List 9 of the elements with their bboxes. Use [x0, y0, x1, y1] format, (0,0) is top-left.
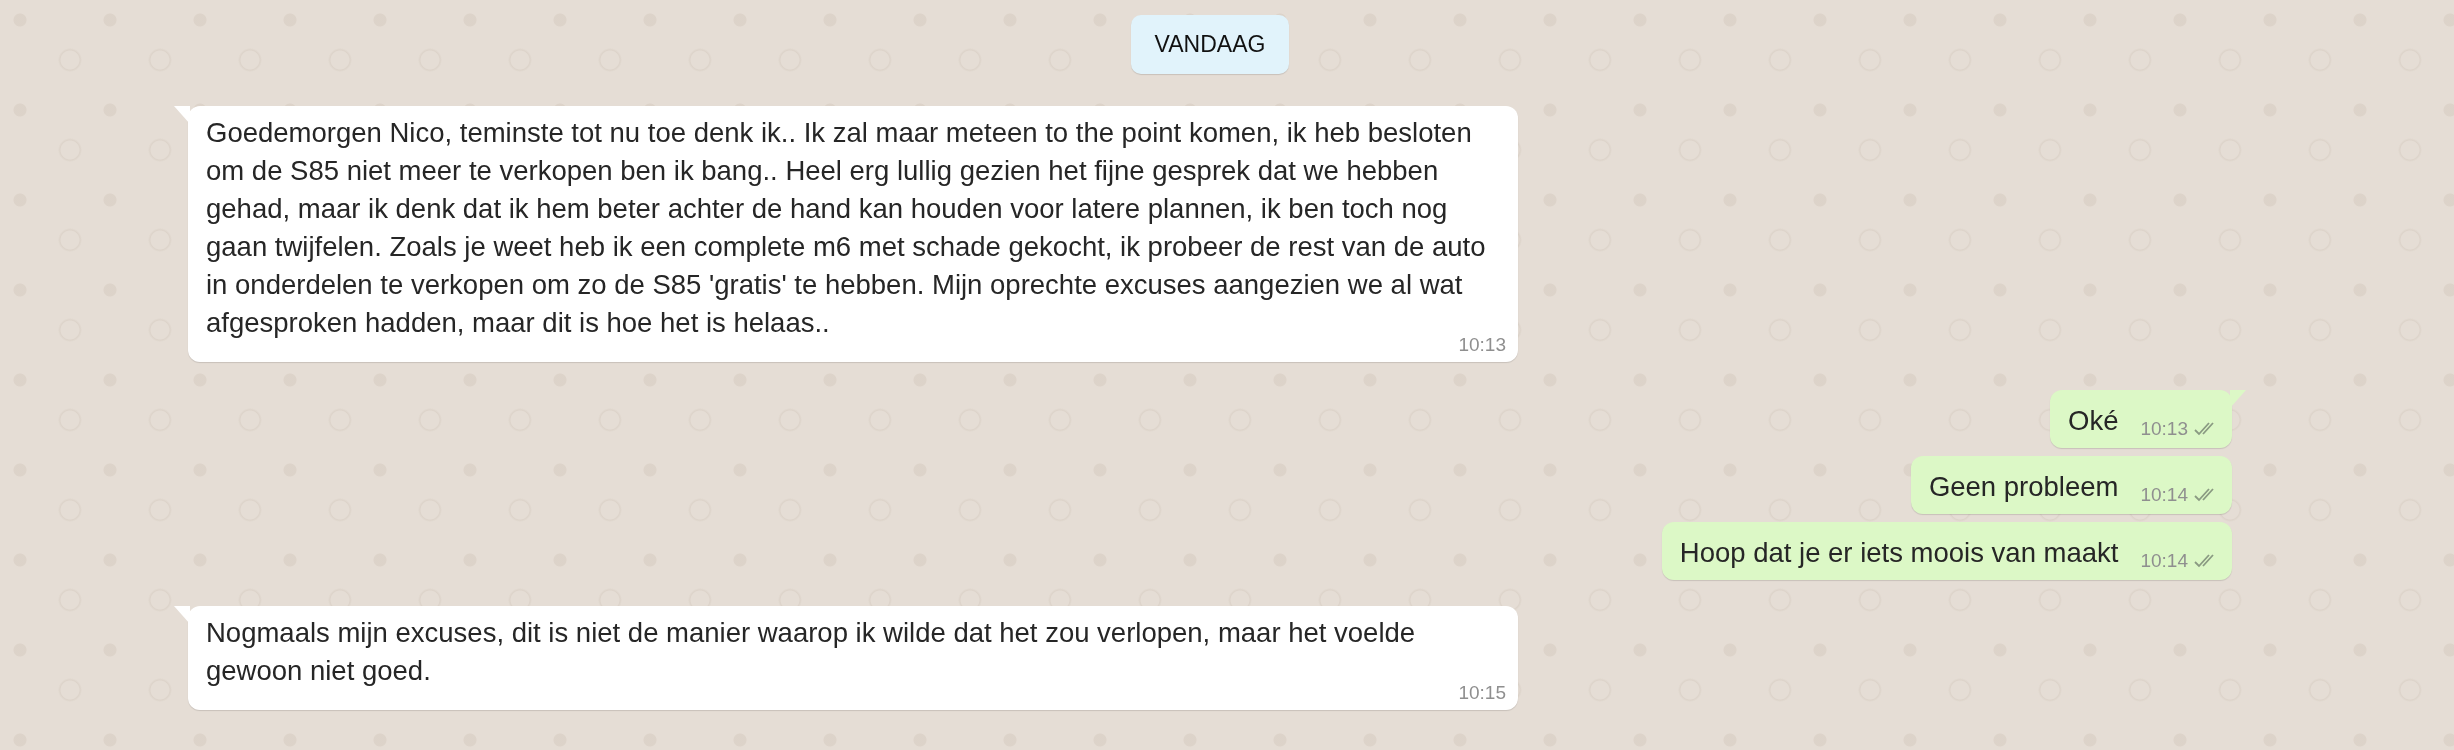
- message-text: Oké: [2068, 404, 2119, 438]
- message-text: Nogmaals mijn excuses, dit is niet de manier waarop ik wilde dat het zou verlopen, maar het voelde gewoon niet goed.: [206, 616, 1417, 688]
- date-separator: VANDAAG: [1130, 15, 1290, 74]
- message-text: Geen probleem: [1928, 470, 2119, 504]
- message-time: 10:15: [1458, 682, 1506, 704]
- message-time: 10:14: [2140, 550, 2188, 572]
- message-time: 10:14: [2140, 484, 2188, 506]
- message-text: Hoop dat je er iets moois van maakt: [1679, 536, 2119, 570]
- message-time: 10:13: [2140, 418, 2188, 440]
